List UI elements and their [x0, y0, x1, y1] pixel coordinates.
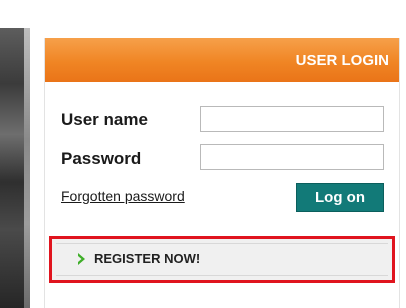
- background-photo: [0, 28, 30, 308]
- log-on-button[interactable]: Log on: [296, 183, 384, 212]
- log-on-button-label: Log on: [315, 189, 365, 206]
- password-label: Password: [61, 149, 142, 168]
- forgotten-password-link[interactable]: Forgotten password: [61, 188, 185, 204]
- chevron-right-icon: [78, 253, 85, 265]
- login-header: USER LOGIN: [45, 38, 399, 82]
- username-label: User name: [61, 110, 148, 129]
- login-panel: USER LOGIN User name Password Forgotten …: [44, 38, 400, 308]
- password-input[interactable]: [200, 144, 384, 170]
- register-now-label: REGISTER NOW!: [94, 251, 201, 266]
- login-header-title: USER LOGIN: [295, 51, 389, 69]
- register-now-button[interactable]: REGISTER NOW!: [49, 236, 395, 283]
- username-input[interactable]: [200, 106, 384, 132]
